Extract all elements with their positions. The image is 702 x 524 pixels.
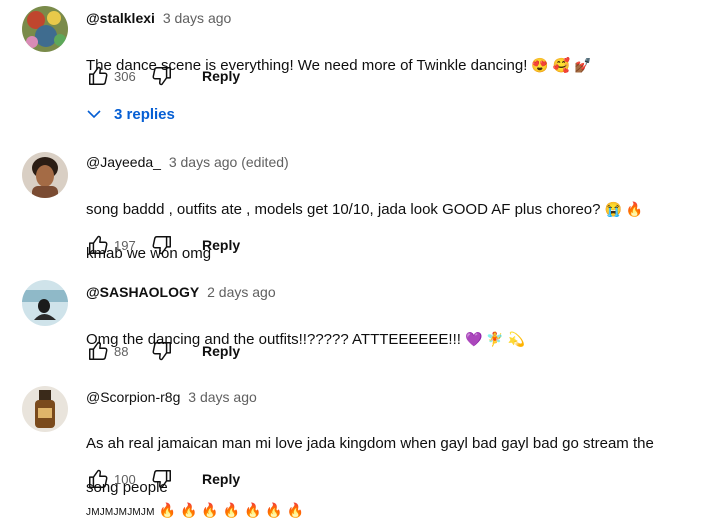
comment-emojis: 😍 🥰 💅🏾: [531, 57, 592, 73]
comment-meta: @Jayeeda_ 3 days ago (edited): [86, 152, 694, 172]
dislike-button[interactable]: [150, 233, 174, 257]
reply-button[interactable]: Reply: [202, 343, 240, 359]
comment-emojis: 😭 🔥: [604, 201, 644, 217]
comment-author[interactable]: @stalklexi: [86, 10, 155, 26]
thumb-up-icon: [89, 341, 108, 360]
comment-emojis: 🔥 🔥 🔥 🔥 🔥 🔥 🔥: [158, 502, 305, 518]
like-button[interactable]: [86, 339, 110, 363]
comment-timestamp[interactable]: 3 days ago: [163, 10, 232, 26]
thumb-up-icon: [89, 235, 108, 254]
comment-meta: @Scorpion-r8g 3 days ago: [86, 387, 694, 407]
comment-timestamp[interactable]: 3 days ago: [188, 389, 257, 405]
comment-author[interactable]: @Jayeeda_: [86, 154, 161, 170]
comment-author[interactable]: @SASHAOLOGY: [86, 284, 199, 300]
reply-button[interactable]: Reply: [202, 471, 240, 487]
reply-button[interactable]: Reply: [202, 68, 240, 84]
comment-timestamp[interactable]: 2 days ago: [207, 284, 276, 300]
thumb-down-icon: [152, 236, 171, 255]
comment-meta: @SASHAOLOGY 2 days ago: [86, 282, 694, 302]
like-count: 88: [114, 343, 129, 359]
avatar-image: [22, 280, 68, 326]
comment-author[interactable]: @Scorpion-r8g: [86, 389, 180, 405]
comment-timestamp[interactable]: 3 days ago (edited): [169, 154, 289, 170]
dislike-button[interactable]: [150, 64, 174, 88]
like-button[interactable]: [86, 233, 110, 257]
thumb-down-icon: [152, 470, 171, 489]
avatar[interactable]: [22, 152, 68, 198]
view-replies-button[interactable]: 3 replies: [86, 100, 175, 128]
like-count: 306: [114, 68, 136, 84]
chevron-down-icon: [86, 106, 102, 122]
thumb-up-icon: [89, 66, 108, 85]
comment-body: song baddd , outfits ate , models get 10…: [86, 201, 601, 218]
avatar[interactable]: [22, 386, 68, 432]
comment-text: As ah real jamaican man mi love jada kin…: [86, 411, 694, 455]
like-button[interactable]: [86, 64, 110, 88]
dislike-button[interactable]: [150, 339, 174, 363]
thumb-up-icon: [89, 469, 108, 488]
thumb-down-icon: [152, 67, 171, 86]
avatar[interactable]: [22, 280, 68, 326]
dislike-button[interactable]: [150, 467, 174, 491]
like-count: 100: [114, 471, 136, 487]
avatar-image: [22, 386, 68, 432]
comment-body: As ah real jamaican man mi love jada kin…: [86, 435, 654, 452]
avatar-image: [22, 6, 68, 52]
comment-meta: @stalklexi 3 days ago: [86, 8, 694, 28]
thumb-down-icon: [152, 342, 171, 361]
reply-button[interactable]: Reply: [202, 237, 240, 253]
comment-emojis: 💜 🧚 💫: [464, 331, 526, 347]
avatar[interactable]: [22, 6, 68, 52]
replies-count-label: 3 replies: [114, 105, 175, 123]
comment-text: song baddd , outfits ate , models get 10…: [86, 176, 694, 221]
avatar-image: [22, 152, 68, 198]
like-count: 197: [114, 237, 136, 253]
comment-small-text: JMJMJMJMJM: [86, 507, 155, 518]
like-button[interactable]: [86, 467, 110, 491]
